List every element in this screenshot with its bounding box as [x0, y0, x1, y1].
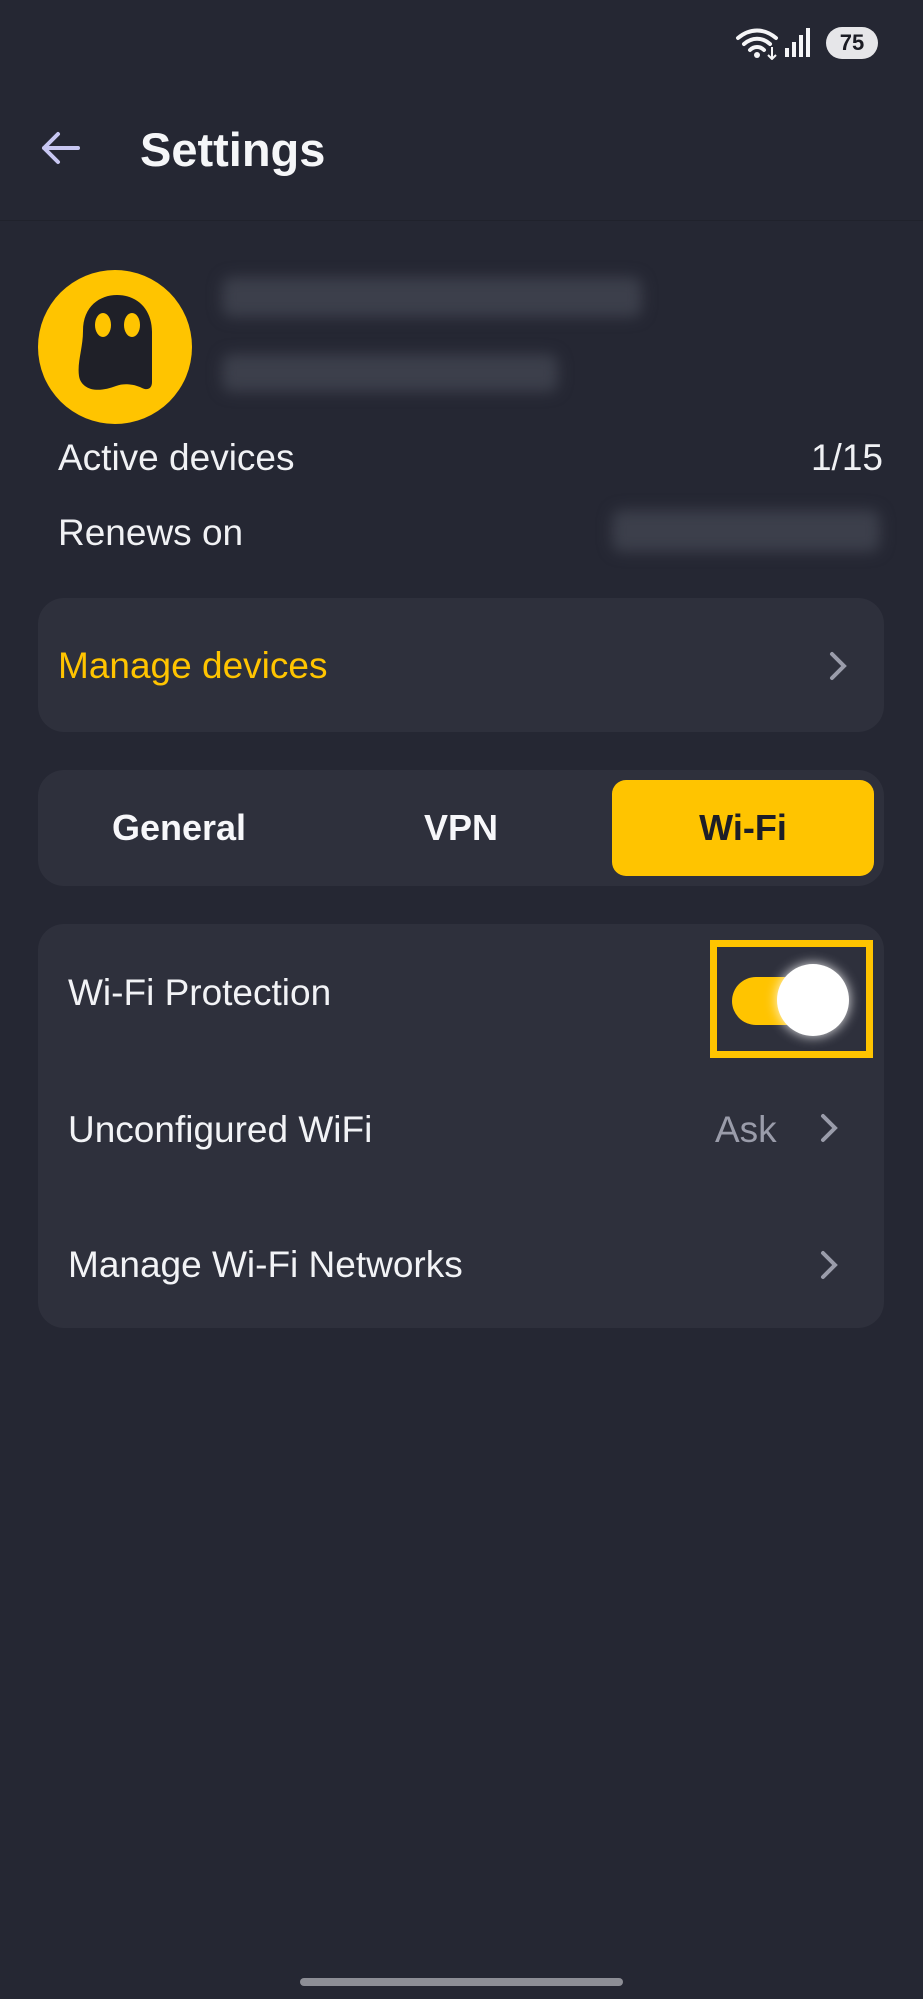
arrow-left-icon[interactable]	[36, 124, 84, 172]
renews-on-label: Renews on	[58, 512, 244, 553]
account-plan-blurred	[222, 354, 558, 392]
unconfigured-wifi-label[interactable]: Unconfigured WiFi	[68, 1107, 372, 1153]
ghost-avatar-icon	[38, 270, 192, 424]
header	[0, 90, 923, 221]
signal-icon	[785, 28, 810, 57]
chevron-right-icon	[821, 1114, 838, 1142]
tab-vpn[interactable]: VPN	[330, 780, 592, 876]
battery-indicator: 75	[826, 27, 878, 59]
home-indicator[interactable]	[300, 1978, 623, 1986]
manage-wifi-networks-label[interactable]: Manage Wi-Fi Networks	[68, 1242, 463, 1288]
manage-devices-label: Manage devices	[58, 645, 328, 686]
wifi-icon	[736, 28, 778, 60]
chevron-right-icon	[821, 1251, 838, 1279]
wifi-protection-label: Wi-Fi Protection	[68, 972, 332, 1013]
active-devices-label: Active devices	[58, 437, 295, 478]
toggle-knob[interactable]	[777, 964, 849, 1036]
chevron-right-icon	[830, 652, 847, 680]
active-devices-value: 1/15	[810, 437, 883, 478]
page-title: Settings	[140, 123, 326, 176]
renews-on-value-blurred	[612, 510, 880, 552]
account-email-blurred	[222, 277, 642, 317]
tab-general[interactable]: General	[48, 780, 310, 876]
unconfigured-wifi-value[interactable]: Ask	[715, 1107, 777, 1153]
tab-wifi[interactable]: Wi-Fi	[612, 780, 874, 876]
